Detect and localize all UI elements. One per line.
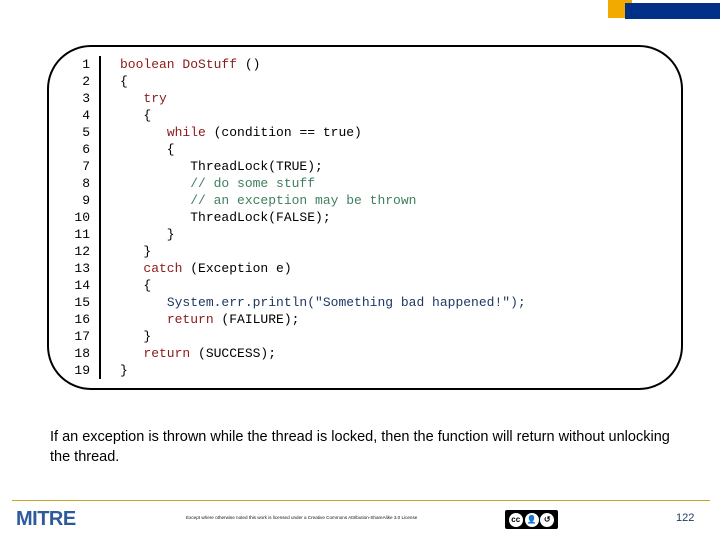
- code-token: (SUCCESS);: [190, 346, 277, 361]
- cc-icon: cc: [508, 512, 523, 527]
- line-number: 14: [74, 278, 90, 293]
- code-token: (condition == true): [205, 125, 362, 140]
- code-line: }: [120, 362, 681, 379]
- code-line: while (condition == true): [120, 124, 681, 141]
- line-number: 16: [74, 312, 90, 327]
- code-panel: 1 2 3 4 5 6 7 8 9 10 11 12 13 14 15 16 17 18 19 boolean Do…: [47, 45, 683, 390]
- line-number: 17: [74, 329, 90, 344]
- top-accent-bar: [0, 0, 720, 22]
- line-number: 5: [82, 125, 90, 140]
- code-line: }: [120, 328, 681, 345]
- line-number: 7: [82, 159, 90, 174]
- code-line: boolean DoStuff (): [120, 56, 681, 73]
- line-number: 15: [74, 295, 90, 310]
- code-token: {: [120, 142, 175, 157]
- code-token: // an exception may be thrown: [190, 193, 417, 208]
- code-line: {: [120, 277, 681, 294]
- creative-commons-badge: cc 👤 ↺: [505, 510, 558, 529]
- code-line: return (FAILURE);: [120, 311, 681, 328]
- navy-accent-bar: [625, 3, 720, 19]
- code-line: ThreadLock(TRUE);: [120, 158, 681, 175]
- line-number: 19: [74, 363, 90, 378]
- code-token: ThreadLock(TRUE);: [120, 159, 323, 174]
- code-token: return: [166, 312, 214, 327]
- code-token: ThreadLock(FALSE);: [120, 210, 331, 225]
- cc-sa-icon: ↺: [540, 512, 555, 527]
- code-token: while: [166, 125, 206, 140]
- code-token: {: [120, 74, 128, 89]
- mitre-logo: MITRE: [16, 508, 76, 530]
- code-line: ThreadLock(FALSE);: [120, 209, 681, 226]
- line-number: 12: [74, 244, 90, 259]
- code-token: // do some stuff: [190, 176, 316, 191]
- code-line: try: [120, 90, 681, 107]
- code-line: }: [120, 243, 681, 260]
- line-number: 8: [82, 176, 90, 191]
- line-number: 10: [74, 210, 90, 225]
- code-token: (): [237, 57, 261, 72]
- code-token: }: [120, 227, 175, 242]
- code-line: {: [120, 107, 681, 124]
- line-number: 3: [82, 91, 90, 106]
- footer-divider: [12, 500, 710, 501]
- license-text: Except where otherwise noted this work i…: [186, 515, 418, 520]
- code-line: // an exception may be thrown: [120, 192, 681, 209]
- page-number: 122: [676, 512, 695, 524]
- code-token: }: [120, 329, 152, 344]
- cc-by-icon: 👤: [524, 512, 539, 527]
- code-line: System.err.println("Something bad happen…: [120, 294, 681, 311]
- code-token: (FAILURE);: [213, 312, 300, 327]
- code-token: (Exception e): [182, 261, 292, 276]
- line-number: 2: [82, 74, 90, 89]
- line-number-gutter: 1 2 3 4 5 6 7 8 9 10 11 12 13 14 15 16 17 18 19: [49, 56, 101, 379]
- code-token: catch: [143, 261, 183, 276]
- code-token: {: [120, 108, 152, 123]
- code-token: }: [120, 244, 152, 259]
- line-number: 1: [82, 57, 90, 72]
- code-line: return (SUCCESS);: [120, 345, 681, 362]
- code-listing: boolean DoStuff (){ try { while (conditi…: [101, 56, 681, 379]
- line-number: 4: [82, 108, 90, 123]
- line-number: 6: [82, 142, 90, 157]
- code-token: DoStuff: [182, 57, 238, 72]
- code-token: System.err.println("Something bad happen…: [166, 295, 526, 310]
- line-number: 13: [74, 261, 90, 276]
- code-token: }: [120, 363, 128, 378]
- code-panel-inner: 1 2 3 4 5 6 7 8 9 10 11 12 13 14 15 16 17 18 19 boolean Do…: [49, 56, 681, 397]
- code-token: return: [143, 346, 191, 361]
- line-number: 9: [82, 193, 90, 208]
- code-token: {: [120, 278, 152, 293]
- code-token: boolean: [120, 57, 175, 72]
- code-line: // do some stuff: [120, 175, 681, 192]
- caption-text: If an exception is thrown while the thre…: [50, 429, 670, 465]
- line-number: 11: [74, 227, 90, 242]
- code-token: try: [143, 91, 167, 106]
- line-number: 18: [74, 346, 90, 361]
- code-line: {: [120, 141, 681, 158]
- code-line: catch (Exception e): [120, 260, 681, 277]
- code-line: {: [120, 73, 681, 90]
- code-line: }: [120, 226, 681, 243]
